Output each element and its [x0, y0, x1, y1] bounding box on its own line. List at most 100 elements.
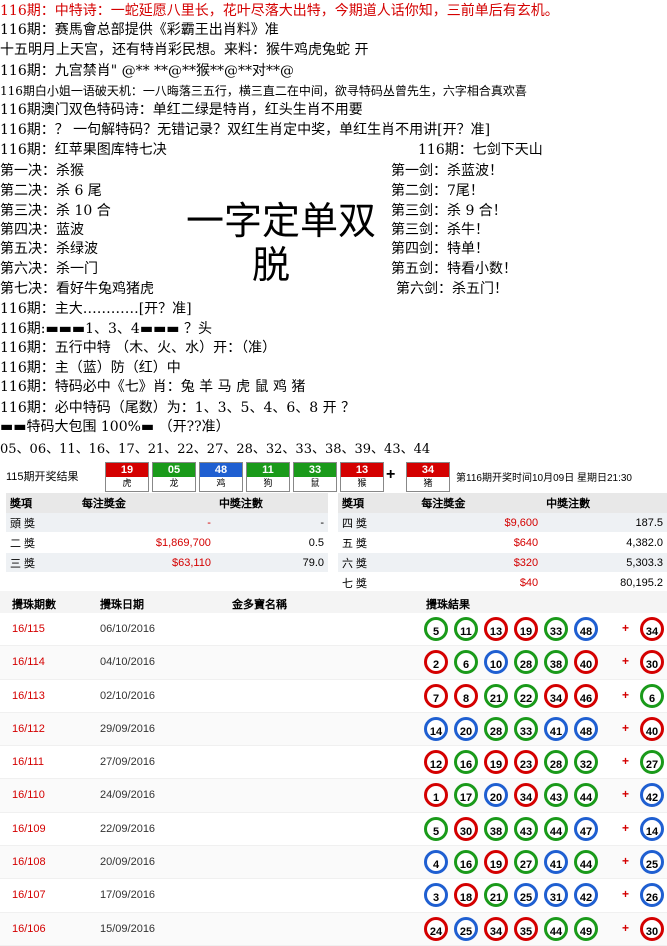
result-ball: 13: [484, 617, 508, 641]
result-ball: 33: [514, 716, 538, 741]
award-prize: -: [77, 513, 215, 533]
draw-ball: 11 狗: [246, 462, 290, 492]
result-ball: 48: [574, 716, 598, 741]
result-ball: 7: [424, 683, 448, 708]
result-ball: 34: [514, 783, 538, 808]
result-ball: 28: [514, 650, 538, 675]
result-ball: 18: [454, 883, 478, 908]
plus-sign: +: [622, 920, 630, 935]
special-ball: 34: [640, 617, 664, 641]
sword-7: 第六剑：杀五门！: [396, 281, 508, 297]
ball-zodiac: 狗: [263, 478, 273, 488]
ball-zodiac: 鸡: [216, 478, 226, 488]
result-ball: 21: [484, 683, 508, 708]
col-winners: 中獎注數: [542, 493, 667, 513]
special-ball: 42: [640, 783, 664, 808]
zodiac-line: 116期：特码必中《七》肖：兔 羊 马 虎 鼠 鸡 猪: [0, 379, 306, 395]
numbers-line: 05、06、11、16、17、21、22、27、28、32、33、38、39、4…: [0, 442, 431, 457]
result-ball: 25: [454, 916, 478, 941]
col-result: 攪珠結果: [426, 599, 470, 611]
history-row: 16/115 06/10/2016 5 11 13 19 33 48 +34: [0, 613, 667, 647]
sword-1: 第一剑：杀蓝波！: [391, 163, 503, 179]
macau-poem-line: 116期澳门双色特码诗：单红二绿是特肖，红头生肖不用要: [0, 102, 363, 118]
special-ball: 6: [640, 683, 664, 708]
history-row: 16/107 17/09/2016 3 18 21 25 31 42 +26: [0, 879, 667, 913]
row-date: 15/09/2016: [100, 922, 156, 935]
plus-sign: +: [622, 787, 630, 802]
sword-5: 第四剑：特单！: [391, 241, 489, 257]
special-ball: 26: [640, 883, 664, 908]
result-ball: 4: [424, 850, 448, 875]
result-ball: 44: [544, 816, 568, 841]
history-row: 16/108 20/09/2016 4 16 19 27 41 44 +25: [0, 846, 667, 880]
result-ball: 34: [484, 916, 508, 941]
award-prize: $1,869,700: [77, 532, 215, 553]
result-ball: 12: [424, 750, 448, 775]
result-ball: 16: [454, 850, 478, 875]
head-line: 116期:▬▬▬1、3、4▬▬▬ ？头: [0, 321, 212, 337]
result-ball: 19: [484, 850, 508, 875]
col-winners: 中獎注數: [214, 493, 328, 513]
result-ball: 44: [574, 783, 598, 808]
draw-ball: 13 猴: [340, 462, 384, 492]
ball-zodiac: 虎: [122, 478, 132, 488]
row-date: 04/10/2016: [100, 656, 156, 669]
draw-ball: 33 鼠: [293, 462, 337, 492]
sword-4: 第三剑：杀牛！: [391, 222, 489, 238]
ball-zodiac: 猪: [423, 478, 433, 488]
row-date: 22/09/2016: [100, 822, 156, 835]
main-line: 116期：主大…………[开？准]: [0, 301, 192, 317]
plus-sign: +: [622, 720, 630, 735]
award-prize: $63,110: [77, 552, 215, 573]
plus-sign: +: [622, 820, 630, 835]
result-ball: 49: [574, 916, 598, 941]
history-row: 16/113 02/10/2016 7 8 21 22 34 46 +6: [0, 680, 667, 713]
plus-sign: +: [622, 754, 630, 769]
tip-1: 第一决：杀猴: [0, 163, 84, 179]
handwritten-headline-2: 脱: [252, 243, 291, 287]
ball-number: 48: [200, 463, 242, 477]
history-row: 16/111 27/09/2016 12 16 19 23 28 32 +27: [0, 746, 667, 780]
result-ball: 23: [514, 750, 538, 775]
award-winners: 187.5: [542, 513, 667, 533]
result-ball: 2: [424, 650, 448, 675]
sword-title: 116期：七剑下天山: [418, 142, 543, 158]
result-ball: 8: [454, 683, 478, 708]
award-name: 六 獎: [338, 552, 418, 573]
history-row: 16/110 24/09/2016 1 17 20 34 43 44 +42: [0, 779, 667, 813]
ball-number: 11: [247, 463, 289, 477]
source-line: 116期：赛馬會总部提供《彩霸王出肖料》准: [0, 22, 279, 38]
plus-sign: +: [622, 621, 630, 635]
result-ball: 43: [544, 783, 568, 808]
ball-zodiac: 猴: [357, 478, 367, 488]
result-ball: 47: [574, 816, 598, 841]
draw-label: 115期开奖结果: [6, 471, 79, 483]
special-ball: 27: [640, 750, 664, 775]
sword-3: 第三剑：杀 9 合！: [391, 203, 507, 219]
col-award: 獎項: [6, 493, 78, 513]
result-ball: 28: [544, 750, 568, 775]
tip-4: 第四决：蓝波: [0, 222, 84, 238]
tail-line: 116期：必中特码（尾数）为：1、3、5、4、6、8 开 ？: [0, 400, 356, 416]
award-name: 五 獎: [338, 532, 418, 553]
draw-ball: 34 猪: [406, 462, 450, 492]
col-date: 攪珠日期: [100, 599, 144, 611]
sword-6: 第五剑：特看小数！: [391, 261, 517, 277]
row-issue: 16/112: [12, 722, 45, 735]
result-ball: 20: [484, 783, 508, 808]
result-ball: 30: [454, 816, 478, 841]
result-ball: 43: [514, 816, 538, 841]
result-ball: 40: [574, 650, 598, 675]
result-ball: 38: [544, 650, 568, 675]
result-ball: 20: [454, 716, 478, 741]
result-ball: 6: [454, 650, 478, 675]
result-ball: 28: [484, 716, 508, 741]
result-ball: 19: [484, 750, 508, 775]
verse-line: 116期：中特诗：一蛇延愿八里长，花叶尽落大出特，今期道人话你知，三前单后有玄机…: [0, 3, 559, 19]
result-ball: 21: [484, 883, 508, 908]
result-ball: 44: [544, 916, 568, 941]
draw-history-table: 攪珠期數 攪珠日期 金多寶名稱 攪珠結果 16/115 06/10/2016 5 11…: [0, 591, 667, 946]
award-name: 三 獎: [6, 552, 78, 573]
result-ball: 31: [544, 883, 568, 908]
ball-number: 05: [153, 463, 195, 477]
